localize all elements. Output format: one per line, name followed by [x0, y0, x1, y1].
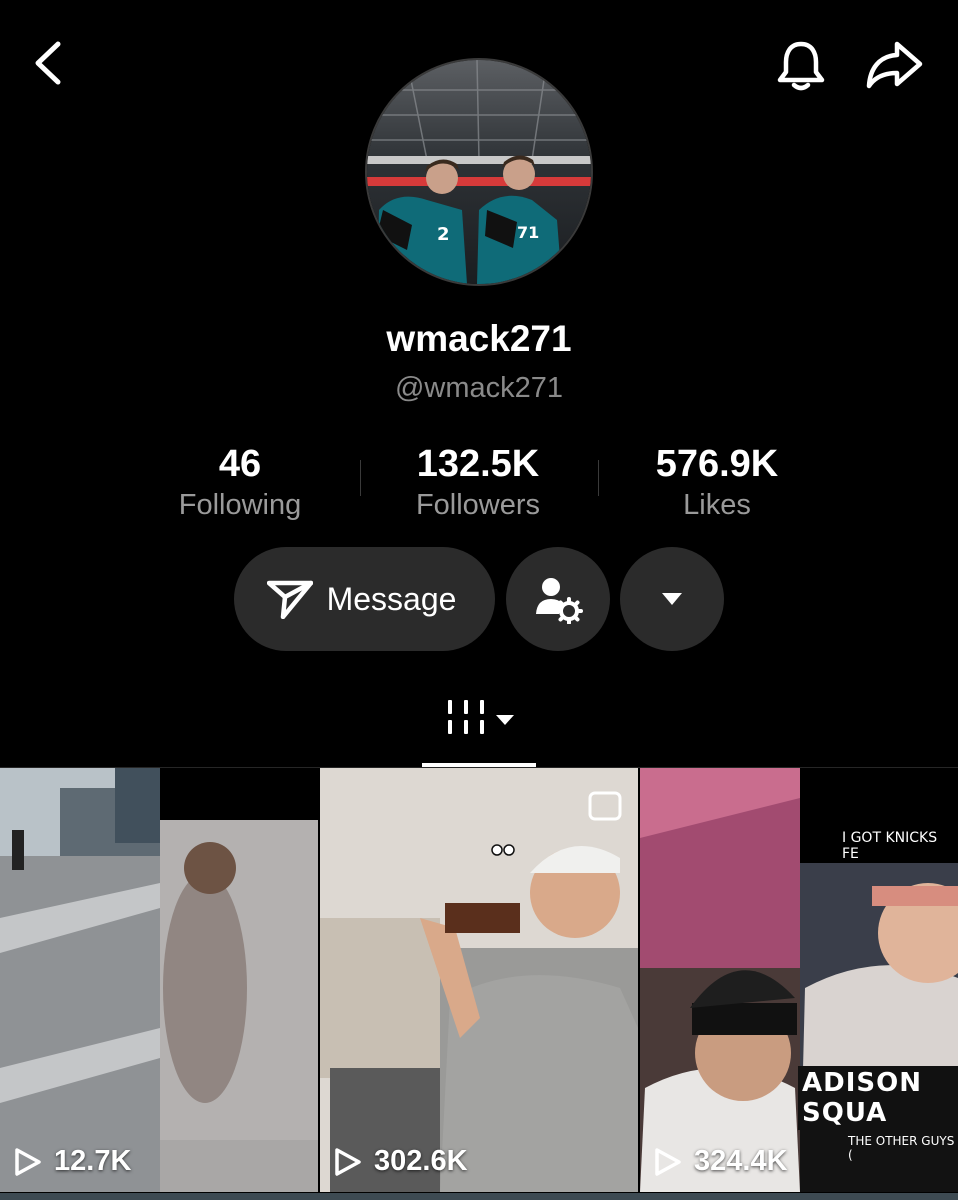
- username-handle: @wmack271: [394, 372, 564, 404]
- view-count: 12.7K: [14, 1145, 131, 1178]
- videos-grid-icon: [448, 700, 514, 734]
- following-count: 46: [218, 443, 262, 485]
- likes-label: Likes: [683, 489, 751, 521]
- stat-likes[interactable]: 576.9K Likes: [597, 443, 837, 523]
- user-settings-icon: [533, 574, 583, 624]
- view-count: 302.6K: [334, 1145, 468, 1178]
- followers-label: Followers: [415, 489, 541, 521]
- display-name: wmack271: [386, 318, 572, 359]
- video-thumbnail[interactable]: I GOT KNICKS FE ADISON SQUA THE OTHER GU…: [640, 768, 958, 1192]
- video-caption-top: I GOT KNICKS FE: [842, 830, 938, 862]
- caret-down-icon: [661, 592, 683, 606]
- play-icon: [15, 1147, 41, 1176]
- play-icon: [335, 1147, 361, 1176]
- svg-text:2: 2: [437, 224, 450, 245]
- video-caption-bottom: THE OTHER GUYS (: [848, 1134, 955, 1162]
- back-chevron-icon[interactable]: [30, 40, 70, 86]
- bell-icon[interactable]: [774, 38, 828, 92]
- stat-followers[interactable]: 132.5K Followers: [358, 443, 598, 523]
- view-count: 324.4K: [654, 1145, 788, 1178]
- play-icon: [655, 1147, 681, 1176]
- followers-count: 132.5K: [416, 443, 540, 485]
- video-caption-sign: ADISON SQUA: [798, 1066, 958, 1130]
- send-icon: [266, 579, 313, 619]
- message-label: Message: [326, 580, 457, 617]
- video-thumbnail[interactable]: 12.7K: [0, 768, 318, 1192]
- stat-following[interactable]: 46 Following: [120, 443, 360, 523]
- svg-text:71: 71: [517, 223, 539, 242]
- video-thumbnail[interactable]: 302.6K: [320, 768, 638, 1192]
- videos-tab[interactable]: [420, 690, 538, 762]
- add-friend-settings-button[interactable]: [506, 547, 610, 651]
- likes-count: 576.9K: [655, 443, 779, 485]
- following-label: Following: [178, 489, 302, 521]
- more-dropdown-button[interactable]: [620, 547, 724, 651]
- share-arrow-icon[interactable]: [864, 38, 924, 92]
- profile-avatar[interactable]: 2 71: [365, 58, 593, 286]
- next-row-thumbnails: [0, 1193, 958, 1200]
- message-button[interactable]: Message: [234, 547, 495, 651]
